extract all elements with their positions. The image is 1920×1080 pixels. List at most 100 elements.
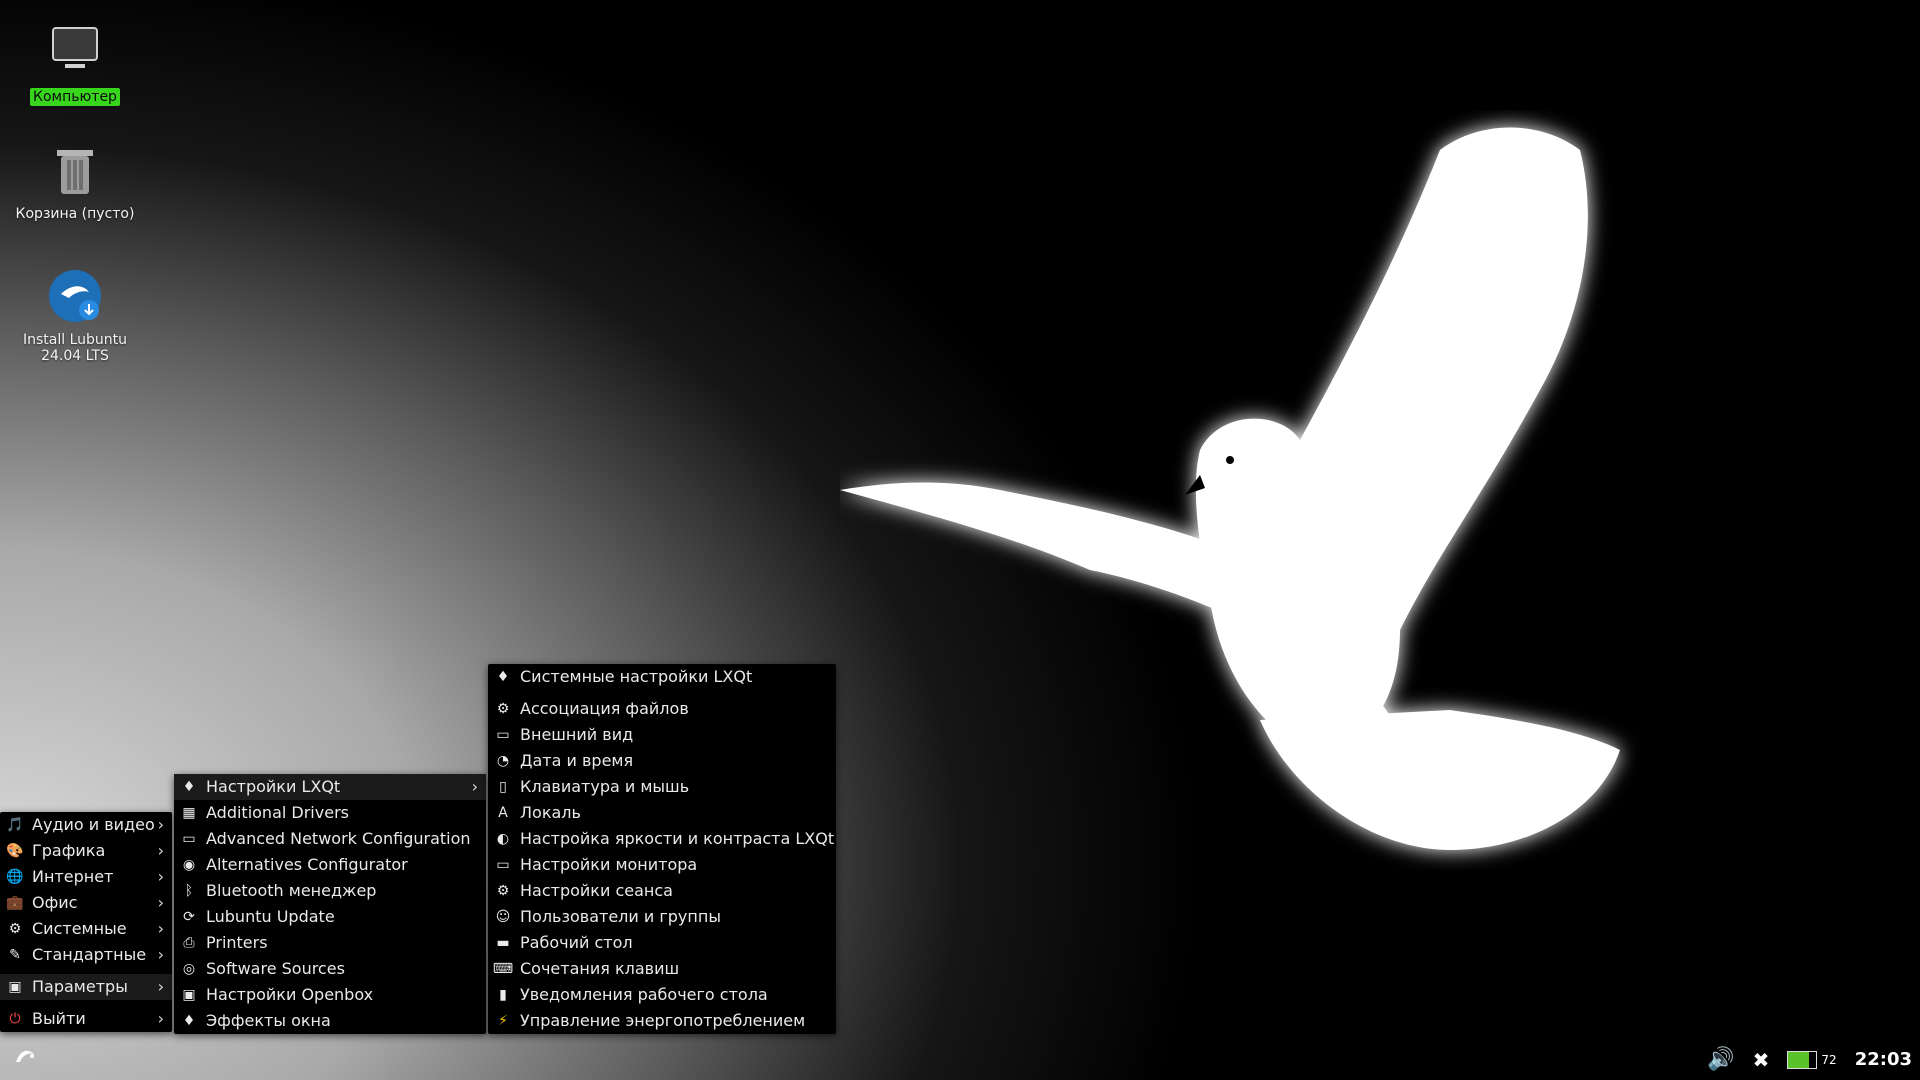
main-menu: 🎵 Аудио и видео › 🎨 Графика › 🌐 Интернет…: [0, 812, 172, 1032]
taskbar: 🔊 ✖ 72 22:03: [0, 1034, 1920, 1080]
monitor-icon: ▭: [496, 857, 510, 873]
chevron-right-icon: ›: [157, 893, 164, 912]
drivers-icon: ▦: [182, 805, 196, 821]
lxqt-item-label: Системные настройки LXQt: [520, 667, 753, 686]
brightness-icon: ◐: [496, 831, 510, 847]
submenu-item-lubuntu-update[interactable]: ⟳ Lubuntu Update: [174, 904, 486, 930]
bluetooth-icon: ᛒ: [184, 883, 194, 899]
lxqt-item-locale[interactable]: A Локаль: [488, 800, 836, 826]
office-icon: 💼: [6, 895, 24, 911]
desktop-icon-install[interactable]: Install Lubuntu 24.04 LTS: [15, 266, 135, 364]
submenu-item-bluetooth[interactable]: ᛒ Bluetooth менеджер: [174, 878, 486, 904]
menu-item-label: Параметры: [32, 977, 128, 996]
submenu-item-lxqt-settings[interactable]: ♦ Настройки LXQt ›: [174, 774, 486, 800]
lxqt-item-label: Рабочий стол: [520, 933, 633, 952]
menu-item-label: Интернет: [32, 867, 114, 886]
lubuntu-installer-icon: [45, 266, 105, 326]
submenu-item-software-sources[interactable]: ◎ Software Sources: [174, 956, 486, 982]
menu-item-label: Графика: [32, 841, 106, 860]
menu-item-system[interactable]: ⚙ Системные ›: [0, 916, 172, 942]
lxqt-item-notifications[interactable]: ▮ Уведомления рабочего стола: [488, 982, 836, 1008]
chevron-right-icon: ›: [157, 1009, 164, 1028]
submenu-item-label: Advanced Network Configuration: [206, 829, 471, 848]
lxqt-item-appearance[interactable]: ▭ Внешний вид: [488, 722, 836, 748]
lxqt-item-label: Дата и время: [520, 751, 634, 770]
lxqt-item-desktop[interactable]: ▬ Рабочий стол: [488, 930, 836, 956]
lxqt-item-system-settings[interactable]: ♦ Системные настройки LXQt: [488, 664, 836, 690]
session-icon: ⚙: [496, 883, 510, 899]
system-icon: ⚙: [8, 921, 22, 937]
trash-label: Корзина (пусто): [15, 206, 135, 222]
menu-item-audio-video[interactable]: 🎵 Аудио и видео ›: [0, 812, 172, 838]
users-icon: ☺: [495, 909, 511, 925]
network-disconnected-icon[interactable]: ✖: [1753, 1048, 1770, 1072]
install-label-line1: Install Lubuntu: [22, 332, 127, 348]
desktop-icon-computer[interactable]: Компьютер: [15, 22, 135, 106]
lxqt-item-shortcuts[interactable]: ⌨ Сочетания клавиш: [488, 956, 836, 982]
gear-icon: ⚙: [496, 701, 510, 717]
submenu-item-label: Software Sources: [206, 959, 345, 978]
update-icon: ⟳: [183, 909, 195, 925]
menu-item-internet[interactable]: 🌐 Интернет ›: [0, 864, 172, 890]
clock-icon: ◔: [496, 753, 510, 769]
menu-item-office[interactable]: 💼 Офис ›: [0, 890, 172, 916]
effects-icon: ♦: [182, 1013, 196, 1029]
submenu-item-printers[interactable]: ⎙ Printers: [174, 930, 486, 956]
lxqt-item-brightness[interactable]: ◐ Настройка яркости и контраста LXQt: [488, 826, 836, 852]
menu-item-logout[interactable]: ⏻ Выйти ›: [0, 1006, 172, 1032]
computer-icon: [45, 22, 105, 82]
volume-icon[interactable]: 🔊: [1707, 1047, 1734, 1072]
battery-fill: [1788, 1051, 1809, 1068]
menu-item-label: Офис: [32, 893, 78, 912]
desktop-icon: ▬: [496, 935, 510, 951]
computer-label: Компьютер: [30, 88, 120, 106]
lxqt-item-users-groups[interactable]: ☺ Пользователи и группы: [488, 904, 836, 930]
lxqt-item-label: Локаль: [520, 803, 581, 822]
lxqt-item-label: Пользователи и группы: [520, 907, 721, 926]
submenu-item-window-effects[interactable]: ♦ Эффекты окна: [174, 1008, 486, 1034]
chevron-right-icon: ›: [471, 777, 478, 796]
lxqt-item-monitor[interactable]: ▭ Настройки монитора: [488, 852, 836, 878]
preferences-icon: ▣: [8, 979, 22, 995]
submenu-item-label: Настройки LXQt: [206, 777, 341, 796]
submenu-item-label: Lubuntu Update: [206, 907, 335, 926]
lxqt-item-keyboard-mouse[interactable]: ▯ Клавиатура и мышь: [488, 774, 836, 800]
battery-icon[interactable]: 72: [1787, 1050, 1837, 1069]
desktop-icon-trash[interactable]: Корзина (пусто): [15, 140, 135, 222]
chevron-right-icon: ›: [157, 867, 164, 886]
submenu-item-label: Alternatives Configurator: [206, 855, 408, 874]
system-tray: 🔊 ✖ 72 22:03: [1707, 1047, 1912, 1072]
lxqt-item-label: Уведомления рабочего стола: [520, 985, 768, 1004]
install-label-line2: 24.04 LTS: [41, 348, 109, 364]
lxqt-submenu: ♦ Системные настройки LXQt ⚙ Ассоциация …: [488, 664, 836, 1034]
submenu-item-additional-drivers[interactable]: ▦ Additional Drivers: [174, 800, 486, 826]
accessories-icon: ✎: [9, 947, 21, 963]
power-icon: ⏻: [9, 1011, 21, 1027]
lxqt-item-date-time[interactable]: ◔ Дата и время: [488, 748, 836, 774]
submenu-item-openbox-settings[interactable]: ▣ Настройки Openbox: [174, 982, 486, 1008]
lxqt-item-file-associations[interactable]: ⚙ Ассоциация файлов: [488, 696, 836, 722]
preferences-submenu: ♦ Настройки LXQt › ▦ Additional Drivers …: [174, 774, 486, 1034]
submenu-item-advanced-network[interactable]: ▭ Advanced Network Configuration: [174, 826, 486, 852]
start-menu-button[interactable]: [10, 1040, 42, 1072]
printer-icon: ⎙: [183, 935, 195, 951]
submenu-item-label: Bluetooth менеджер: [206, 881, 377, 900]
chevron-right-icon: ›: [157, 919, 164, 938]
clock[interactable]: 22:03: [1855, 1049, 1912, 1070]
lxqt-item-label: Сочетания клавиш: [520, 959, 680, 978]
mouse-icon: ▯: [499, 779, 507, 795]
appearance-icon: ▭: [496, 727, 510, 743]
battery-bar: [1787, 1050, 1818, 1069]
submenu-item-alternatives[interactable]: ◉ Alternatives Configurator: [174, 852, 486, 878]
lxqt-item-label: Клавиатура и мышь: [520, 777, 690, 796]
lxqt-item-session[interactable]: ⚙ Настройки сеанса: [488, 878, 836, 904]
lxqt-item-label: Ассоциация файлов: [520, 699, 689, 718]
submenu-item-label: Printers: [206, 933, 268, 952]
menu-item-accessories[interactable]: ✎ Стандартные ›: [0, 942, 172, 968]
chevron-right-icon: ›: [157, 977, 164, 996]
lxqt-item-power-management[interactable]: ⚡ Управление энергопотреблением: [488, 1008, 836, 1034]
menu-item-preferences[interactable]: ▣ Параметры ›: [0, 974, 172, 1000]
menu-item-graphics[interactable]: 🎨 Графика ›: [0, 838, 172, 864]
lxqt-icon: ♦: [182, 779, 196, 795]
alternatives-icon: ◉: [182, 857, 196, 873]
